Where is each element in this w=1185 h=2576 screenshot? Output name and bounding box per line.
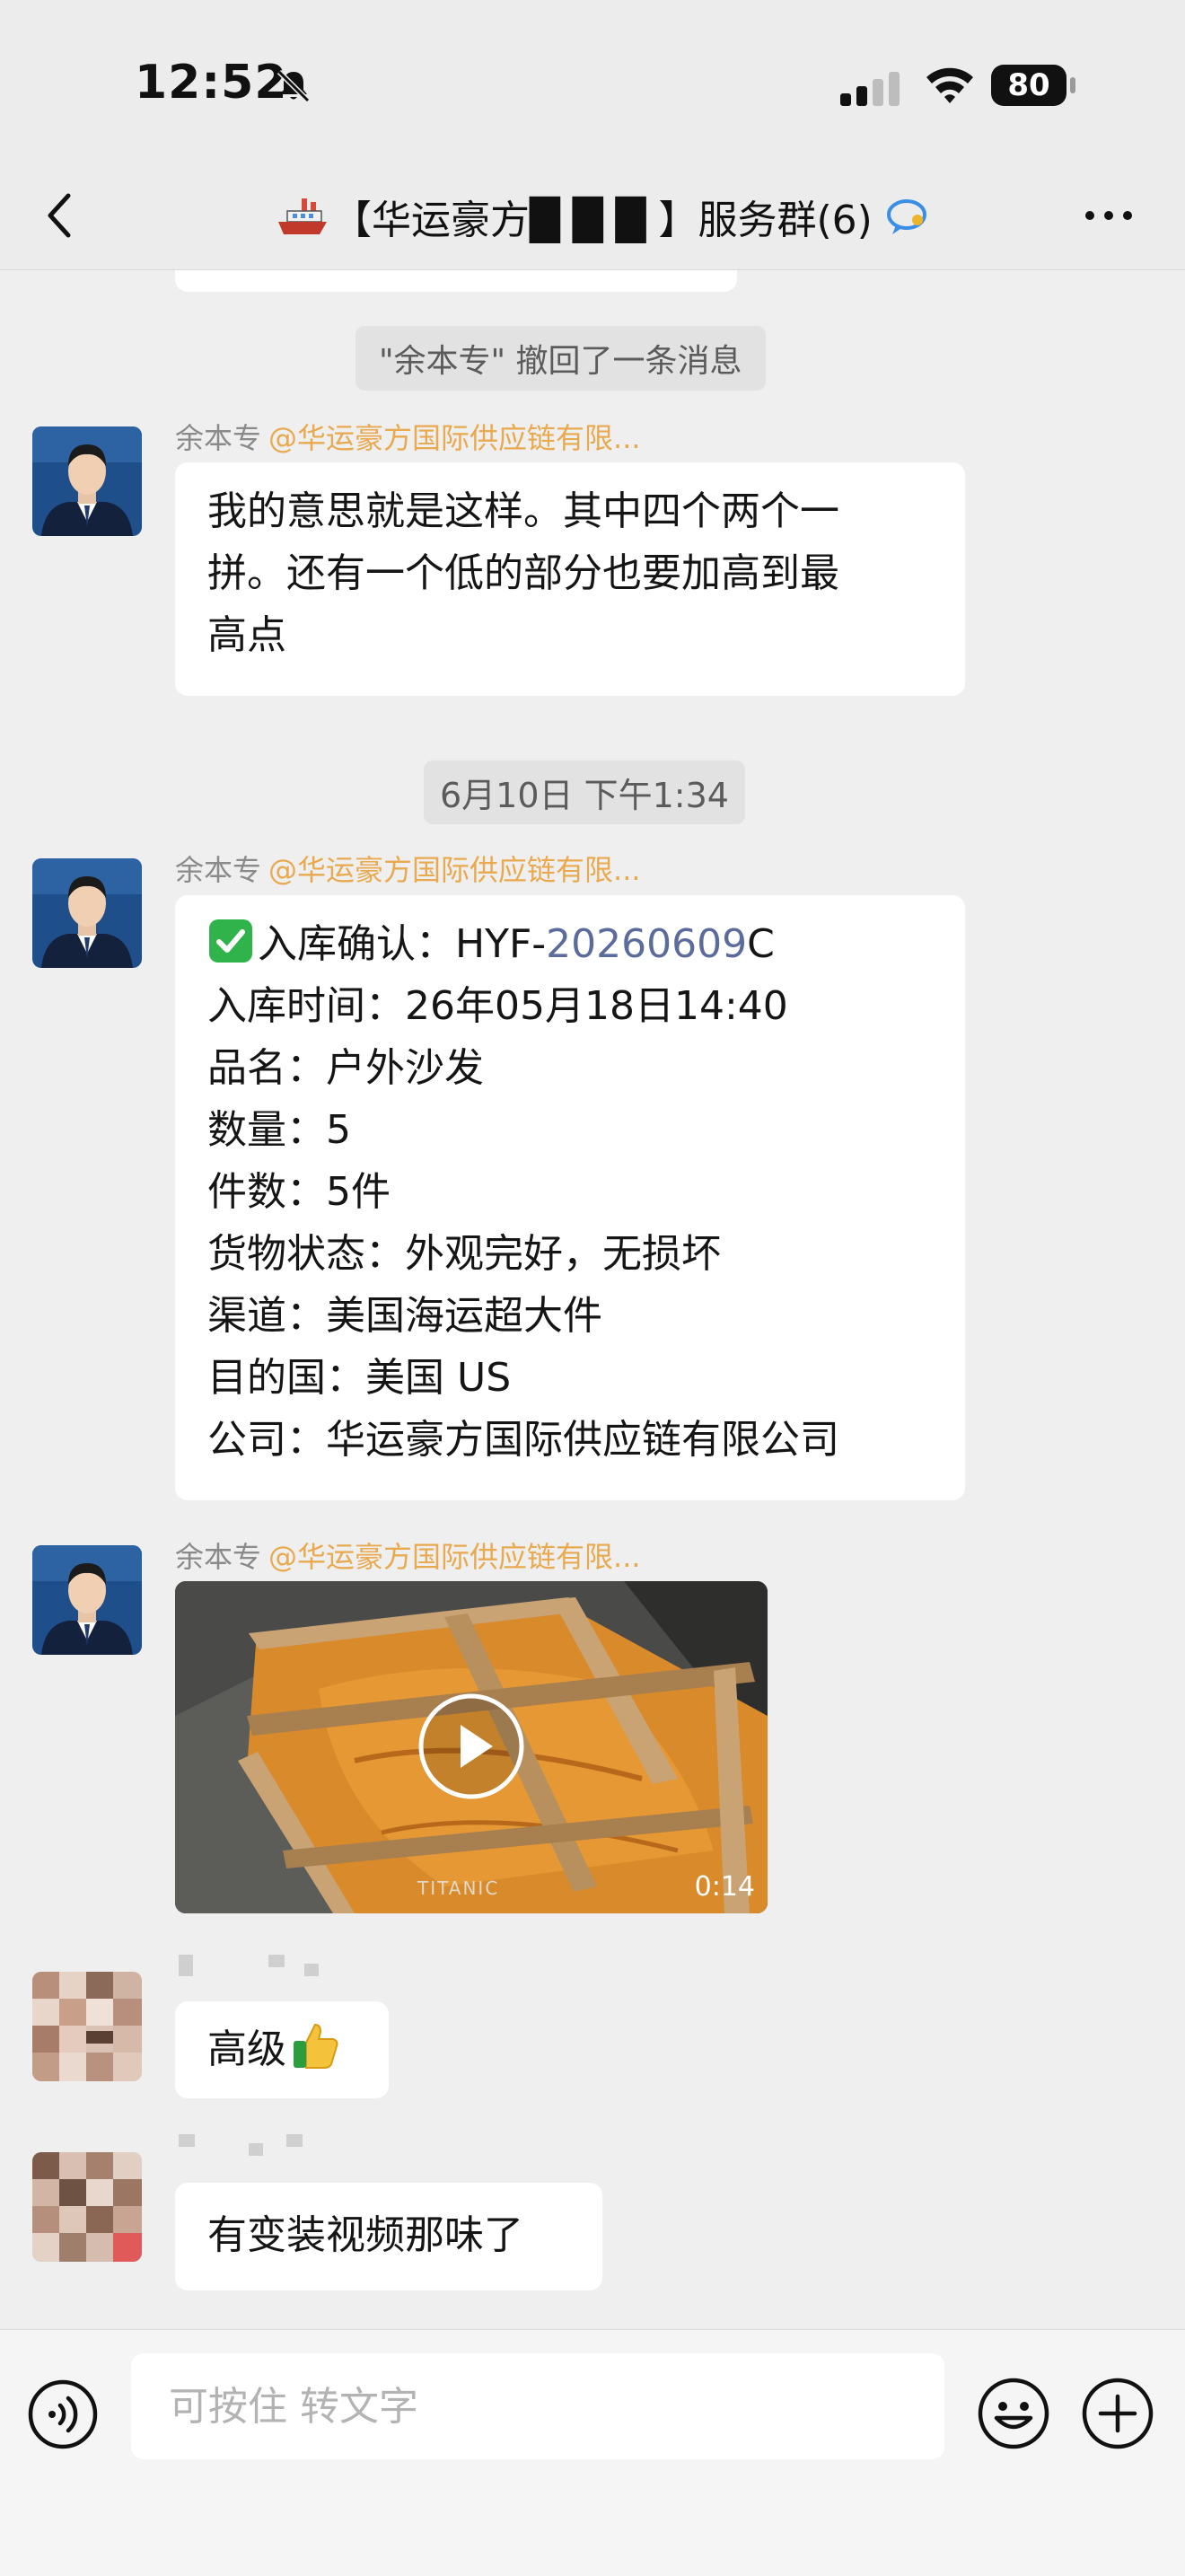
avatar[interactable] [32,1972,142,2081]
message-bubble[interactable]: 有变装视频那味了 [175,2183,602,2290]
battery-tip [1070,77,1075,93]
battery-level: 80 [991,65,1066,106]
video-duration: 0:14 [694,1871,755,1903]
sender-name-pixelated [175,2134,355,2156]
message-line: 高级 [207,2018,356,2082]
sender-name: 余本专 [175,421,262,455]
emoji-icon[interactable] [977,2377,1050,2450]
previous-message-bubble [175,270,737,292]
chat-icon [886,199,926,234]
wifi-icon [926,67,973,103]
message-line: 拼。还有一个低的部分也要加高到最 [207,550,839,596]
message-line: 数量：5 [207,1107,351,1153]
voice-icon[interactable] [27,2378,99,2450]
message-line: 公司：华运豪方国际供应链有限公司 [207,1417,839,1463]
message-line: 入库时间：26年05月18日14:40 [207,983,788,1029]
receipt-id-number[interactable]: 20260609 [546,921,747,967]
status-time: 12:52 [135,56,288,110]
timestamp: 6月10日 下午1:34 [424,760,745,824]
signal-icon [840,72,900,106]
battery-icon: 80 [991,65,1077,108]
message-line: 货物状态：外观完好，无损坏 [207,1231,721,1277]
check-emoji-icon [209,919,252,963]
nav-bar: 【华运豪方█ █ █ 】服务群(6) [0,162,1185,270]
chat-title-text: 【华运豪方█ █ █ 】服务群(6) [332,198,873,243]
back-icon[interactable] [36,189,90,242]
sender-name-pixelated [175,1955,355,1976]
message-line: 品名：户外沙发 [207,1045,484,1091]
message-line: 渠道：美国海运超大件 [207,1293,602,1339]
message-bubble[interactable]: 我的意思就是这样。其中四个两个一 拼。还有一个低的部分也要加高到最 高点 [175,462,965,696]
sender-name: 余本专 [175,853,262,887]
receipt-id-suffix: C [747,921,775,967]
avatar[interactable] [32,1545,142,1655]
sender-label: 余本专 @华运豪方国际供应链有限... [175,848,641,889]
more-icon[interactable] [1077,189,1140,242]
message-text: 高级 [207,2027,286,2072]
receipt-id-prefix: 入库确认：HYF- [258,921,547,967]
chat-area[interactable]: "余本专" 撤回了一条消息 余本专 @华运豪方国际供应链有限... 我的意思就是这… [0,270,1185,2329]
status-bar: 12:52 80 [0,0,1185,162]
message-line: 入库确认：HYF-20260609C [207,913,933,975]
sender-tag: @华运豪方国际供应链有限... [268,421,641,455]
message-input-field[interactable] [131,2353,944,2459]
message-line: 高点 [207,612,286,658]
play-icon[interactable] [417,1692,525,1800]
sender-label: 余本专 @华运豪方国际供应链有限... [175,416,641,457]
message-line: 我的意思就是这样。其中四个两个一 [207,488,839,534]
message-input[interactable] [167,2380,907,2432]
sender-tag: @华运豪方国际供应链有限... [268,853,641,887]
video-message[interactable]: TITANIC 0:14 [175,1581,768,1913]
recall-notice: "余本专" 撤回了一条消息 [356,326,766,391]
avatar[interactable] [32,426,142,536]
input-bar [0,2329,1185,2576]
message-line: 目的国：美国 US [207,1355,512,1401]
message-bubble[interactable]: 高级 [175,2001,389,2098]
chat-title[interactable]: 【华运豪方█ █ █ 】服务群(6) [275,185,930,248]
message-line: 件数：5件 [207,1169,391,1215]
plus-icon[interactable] [1081,2377,1154,2450]
sender-name: 余本专 [175,1540,262,1574]
message-text: 有变装视频那味了 [207,2212,523,2258]
ship-icon [278,198,327,234]
thumbs-up-icon [294,2023,338,2069]
avatar[interactable] [32,858,142,968]
video-watermark: TITANIC [417,1877,500,1899]
sender-label: 余本专 @华运豪方国际供应链有限... [175,1534,641,1576]
message-bubble[interactable]: 入库确认：HYF-20260609C 入库时间：26年05月18日14:40 品… [175,895,965,1500]
avatar[interactable] [32,2152,142,2262]
sender-tag: @华运豪方国际供应链有限... [268,1540,641,1574]
bell-off-icon [276,69,311,103]
